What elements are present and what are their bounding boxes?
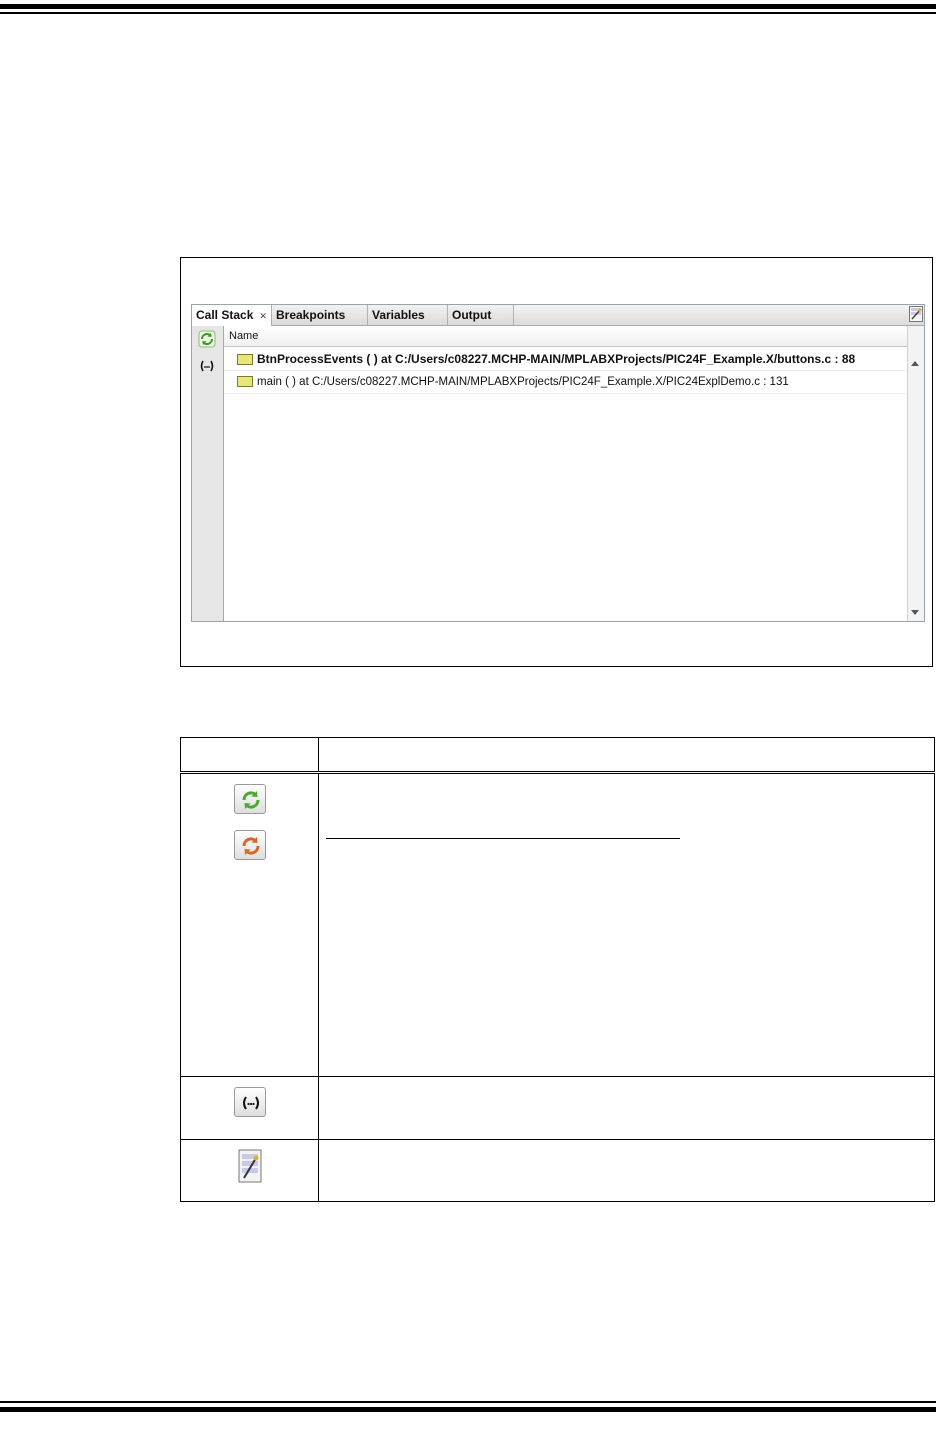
expression-icon [242, 1096, 259, 1110]
tab-bar: Call Stack ✕ Breakpoints Variables Output [192, 305, 924, 326]
refresh-icon [241, 791, 260, 809]
call-stack-tree: Name BtnProcessEvents ( ) at C:/Users/c0… [224, 326, 907, 621]
tab-breakpoints[interactable]: Breakpoints [272, 305, 368, 325]
window-toolbar [192, 326, 224, 621]
tab-call-stack[interactable]: Call Stack ✕ [192, 305, 272, 326]
column-selector-icon[interactable] [238, 1149, 262, 1183]
icon-cell [180, 1139, 319, 1202]
column-header-name[interactable]: Name [224, 326, 907, 347]
refresh-button[interactable] [233, 784, 266, 814]
page-top-rule-thin [0, 12, 936, 14]
underline-rule [326, 838, 680, 839]
page-top-rule-thick [0, 4, 936, 9]
description-cell [318, 1076, 935, 1140]
table-row [180, 1139, 935, 1202]
table-row [180, 1076, 935, 1140]
table-header-cell [180, 737, 319, 773]
vertical-scrollbar[interactable] [907, 306, 924, 621]
description-cell [318, 771, 935, 1077]
expression-icon[interactable] [198, 357, 216, 375]
table-row [180, 771, 935, 1077]
tab-variables[interactable]: Variables [368, 305, 448, 325]
icon-cell [180, 771, 319, 1077]
figure-frame: Call Stack ✕ Breakpoints Variables Output [180, 257, 933, 667]
row-label: BtnProcessEvents ( ) at C:/Users/c08227.… [257, 352, 856, 366]
stack-frame-icon [237, 376, 253, 388]
column-selector-icon[interactable] [909, 306, 923, 322]
expression-button[interactable] [233, 1087, 266, 1117]
scroll-up-icon[interactable] [911, 361, 919, 366]
tab-label: Output [452, 308, 492, 322]
table-header-row [180, 737, 935, 773]
call-stack-row[interactable]: main ( ) at C:/Users/c08227.MCHP-MAIN/MP… [224, 371, 907, 394]
description-cell [318, 1139, 935, 1202]
tab-label: Breakpoints [276, 308, 346, 322]
page-bottom-rule-thin [0, 1401, 936, 1403]
close-tab-icon[interactable]: ✕ [259, 311, 267, 321]
row-label: main ( ) at C:/Users/c08227.MCHP-MAIN/MP… [257, 376, 789, 388]
call-stack-row[interactable]: BtnProcessEvents ( ) at C:/Users/c08227.… [224, 348, 907, 371]
call-stack-window: Call Stack ✕ Breakpoints Variables Output [191, 304, 925, 622]
tab-label: Call Stack [196, 308, 254, 322]
stack-frame-icon [237, 354, 253, 366]
tab-label: Variables [372, 308, 425, 322]
refresh-icon [241, 837, 260, 855]
refresh-button-pending[interactable] [233, 830, 266, 860]
page-bottom-rule-thick [0, 1407, 936, 1412]
scroll-down-icon[interactable] [911, 610, 919, 615]
icon-cell [180, 1076, 319, 1140]
icon-legend-table [180, 737, 935, 1202]
table-header-cell [318, 737, 935, 773]
tab-output[interactable]: Output [448, 305, 514, 325]
refresh-icon[interactable] [198, 330, 216, 348]
